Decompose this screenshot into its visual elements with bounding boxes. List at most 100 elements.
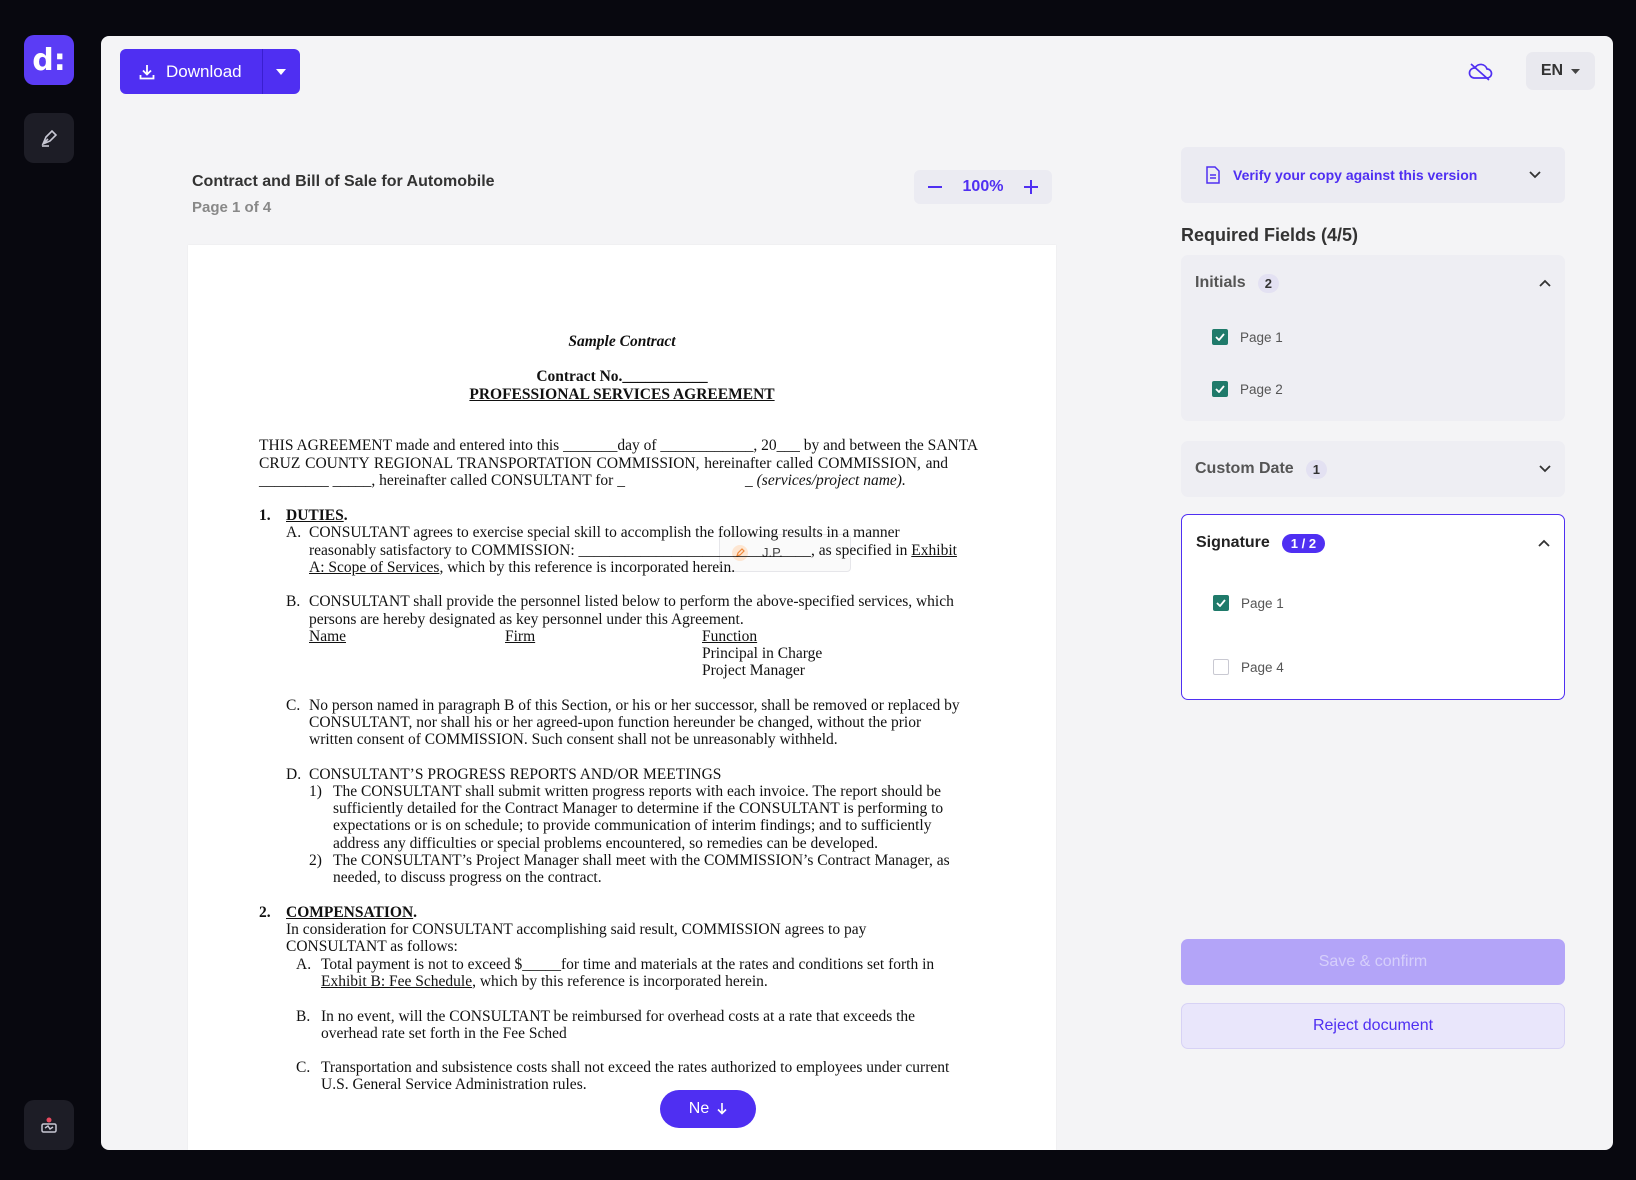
reject-document-button[interactable]: Reject document (1181, 1003, 1565, 1049)
clause-d1-number: 1) (309, 783, 322, 800)
checkbox-unchecked[interactable] (1213, 659, 1229, 675)
section-1-title: DUTIES (286, 507, 344, 524)
clause-d2-line-1: The CONSULTANT’s Project Manager shall m… (333, 852, 950, 869)
contract-heading: Sample Contract (568, 333, 676, 350)
zoom-out-button[interactable] (924, 176, 946, 198)
zoom-control: 100% (914, 170, 1052, 204)
check-icon (1215, 385, 1225, 393)
clause-2b-line-2: overhead rate set forth in the Fee Sched (321, 1025, 567, 1042)
download-label: Download (166, 61, 242, 81)
language-label: EN (1540, 62, 1564, 79)
signature-section: Signature 1 / 2 Page 1 Page 4 (1181, 514, 1565, 700)
language-selector[interactable]: EN (1526, 52, 1595, 90)
clause-2c-label: C. (296, 1059, 311, 1076)
section-2-number: 2. (259, 904, 271, 921)
initials-count: 2 (1257, 273, 1279, 293)
chevron-down-icon (1529, 171, 1541, 179)
clause-2c-line-1: Transportation and subsistence costs sha… (321, 1059, 950, 1076)
cloud-sync-button[interactable] (1461, 54, 1499, 90)
clause-2b-label: B. (296, 1008, 311, 1025)
clause-d1-line-3: expectations or is on schedule; to provi… (333, 817, 932, 834)
section-2-line-2: CONSULTANT as follows: (286, 938, 458, 955)
clause-b-label: B. (286, 593, 301, 610)
clause-d2-number: 2) (309, 852, 322, 869)
document-icon (1206, 166, 1220, 184)
checkbox-checked[interactable] (1212, 381, 1228, 397)
checkbox-checked[interactable] (1212, 329, 1228, 345)
signature-count: 1 / 2 (1281, 533, 1326, 553)
sign-tool-button[interactable] (24, 113, 74, 163)
signature-item-page-1[interactable]: Page 1 (1182, 571, 1564, 635)
initials-item-page-1[interactable]: Page 1 (1181, 311, 1565, 363)
clause-b-line-2: persons are hereby designated as key per… (309, 611, 744, 628)
chevron-up-icon (1538, 539, 1550, 547)
contract-number: Contract No.___________ (536, 368, 708, 385)
page-indicator: Page 1 of 4 (192, 199, 272, 216)
zoom-in-button[interactable] (1020, 176, 1042, 198)
download-options-button[interactable] (262, 49, 300, 94)
signature-pad-icon (41, 1117, 57, 1133)
download-button-group: Download (120, 49, 300, 94)
signature-header[interactable]: Signature 1 / 2 (1182, 515, 1564, 571)
download-button[interactable]: Download (120, 49, 263, 94)
clause-a-line-2: reasonably satisfactory to COMMISSION: _… (309, 542, 912, 559)
arrow-down-icon (717, 1103, 727, 1115)
initials-header[interactable]: Initials 2 (1181, 255, 1565, 311)
minus-icon (928, 186, 942, 188)
clause-a-line-3: , which by this reference is incorporate… (439, 559, 736, 576)
signature-label: Signature (1196, 534, 1270, 551)
intro-line-3: _________ _____, hereinafter called CONS… (259, 472, 625, 489)
clause-2a-line-1: Total payment is not to exceed $_____for… (321, 956, 935, 973)
main-window: Download EN Contract and Bill of Sale fo… (101, 36, 1613, 1150)
signature-item-page-4[interactable]: Page 4 (1182, 635, 1564, 699)
signature-item-label: Page 4 (1241, 659, 1284, 675)
pen-icon (41, 129, 58, 147)
clause-c-line-3: written consent of COMMISSION. Such cons… (309, 731, 838, 748)
required-fields-title: Required Fields (4/5) (1181, 225, 1359, 245)
custom-date-label: Custom Date (1195, 460, 1294, 477)
column-function: Function (702, 628, 758, 645)
signature-status-button[interactable] (24, 1100, 74, 1150)
save-confirm-button[interactable]: Save & confirm (1181, 939, 1565, 985)
logo-text: d: (32, 42, 66, 78)
clause-2c-line-2: U.S. General Service Administration rule… (321, 1076, 587, 1093)
clause-2a-label: A. (296, 956, 312, 973)
exhibit-a-link: Exhibit (911, 542, 957, 559)
section-2-line-1: In consideration for CONSULTANT accompli… (286, 921, 867, 938)
clause-d1-line-1: The CONSULTANT shall submit written prog… (333, 783, 942, 800)
initials-label: Initials (1195, 274, 1246, 291)
clause-2b-line-1: In no event, will the CONSULTANT be reim… (321, 1008, 916, 1025)
app-logo[interactable]: d: (24, 35, 74, 85)
caret-down-icon (1571, 68, 1581, 74)
exhibit-b-link: Exhibit B: Fee Schedule (321, 973, 473, 990)
agreement-title: PROFESSIONAL SERVICES AGREEMENT (469, 386, 775, 403)
clause-2a-line-2: , which by this reference is incorporate… (472, 973, 768, 990)
intro-line-1: THIS AGREEMENT made and entered into thi… (259, 437, 979, 454)
clause-d2-line-2: needed, to discuss progress on the contr… (333, 869, 602, 886)
section-2-period: . (413, 904, 418, 921)
verify-copy-dropdown[interactable]: Verify your copy against this version (1181, 147, 1565, 203)
intro-line-3-end: _ (services/project name). (745, 472, 906, 489)
section-2-title: COMPENSATION (286, 904, 414, 921)
check-icon (1216, 599, 1226, 607)
section-1-number: 1. (259, 507, 271, 524)
clause-d-label: D. (286, 766, 302, 783)
checkbox-checked[interactable] (1213, 595, 1229, 611)
section-1-period: . (343, 507, 348, 524)
download-icon (139, 64, 155, 79)
clause-c-line-1: No person named in paragraph B of this S… (309, 697, 960, 714)
clause-d-title: CONSULTANT’S PROGRESS REPORTS AND/OR MEE… (309, 766, 722, 783)
custom-date-header[interactable]: Custom Date 1 (1181, 441, 1565, 497)
next-field-label: Ne (688, 1100, 710, 1117)
clause-c-line-2: CONSULTANT, nor shall his or her agreed-… (309, 714, 922, 731)
function-2: Project Manager (702, 662, 805, 679)
chevron-up-icon (1539, 279, 1551, 287)
signature-item-label: Page 1 (1241, 595, 1284, 611)
column-firm: Firm (505, 628, 536, 645)
chevron-down-icon (1539, 465, 1551, 473)
document-page: Sample Contract Contract No.___________ … (188, 245, 1056, 1150)
column-name: Name (309, 628, 347, 645)
clause-a-label: A. (286, 524, 302, 541)
next-field-button[interactable]: Ne (660, 1090, 756, 1128)
initials-item-page-2[interactable]: Page 2 (1181, 363, 1565, 415)
